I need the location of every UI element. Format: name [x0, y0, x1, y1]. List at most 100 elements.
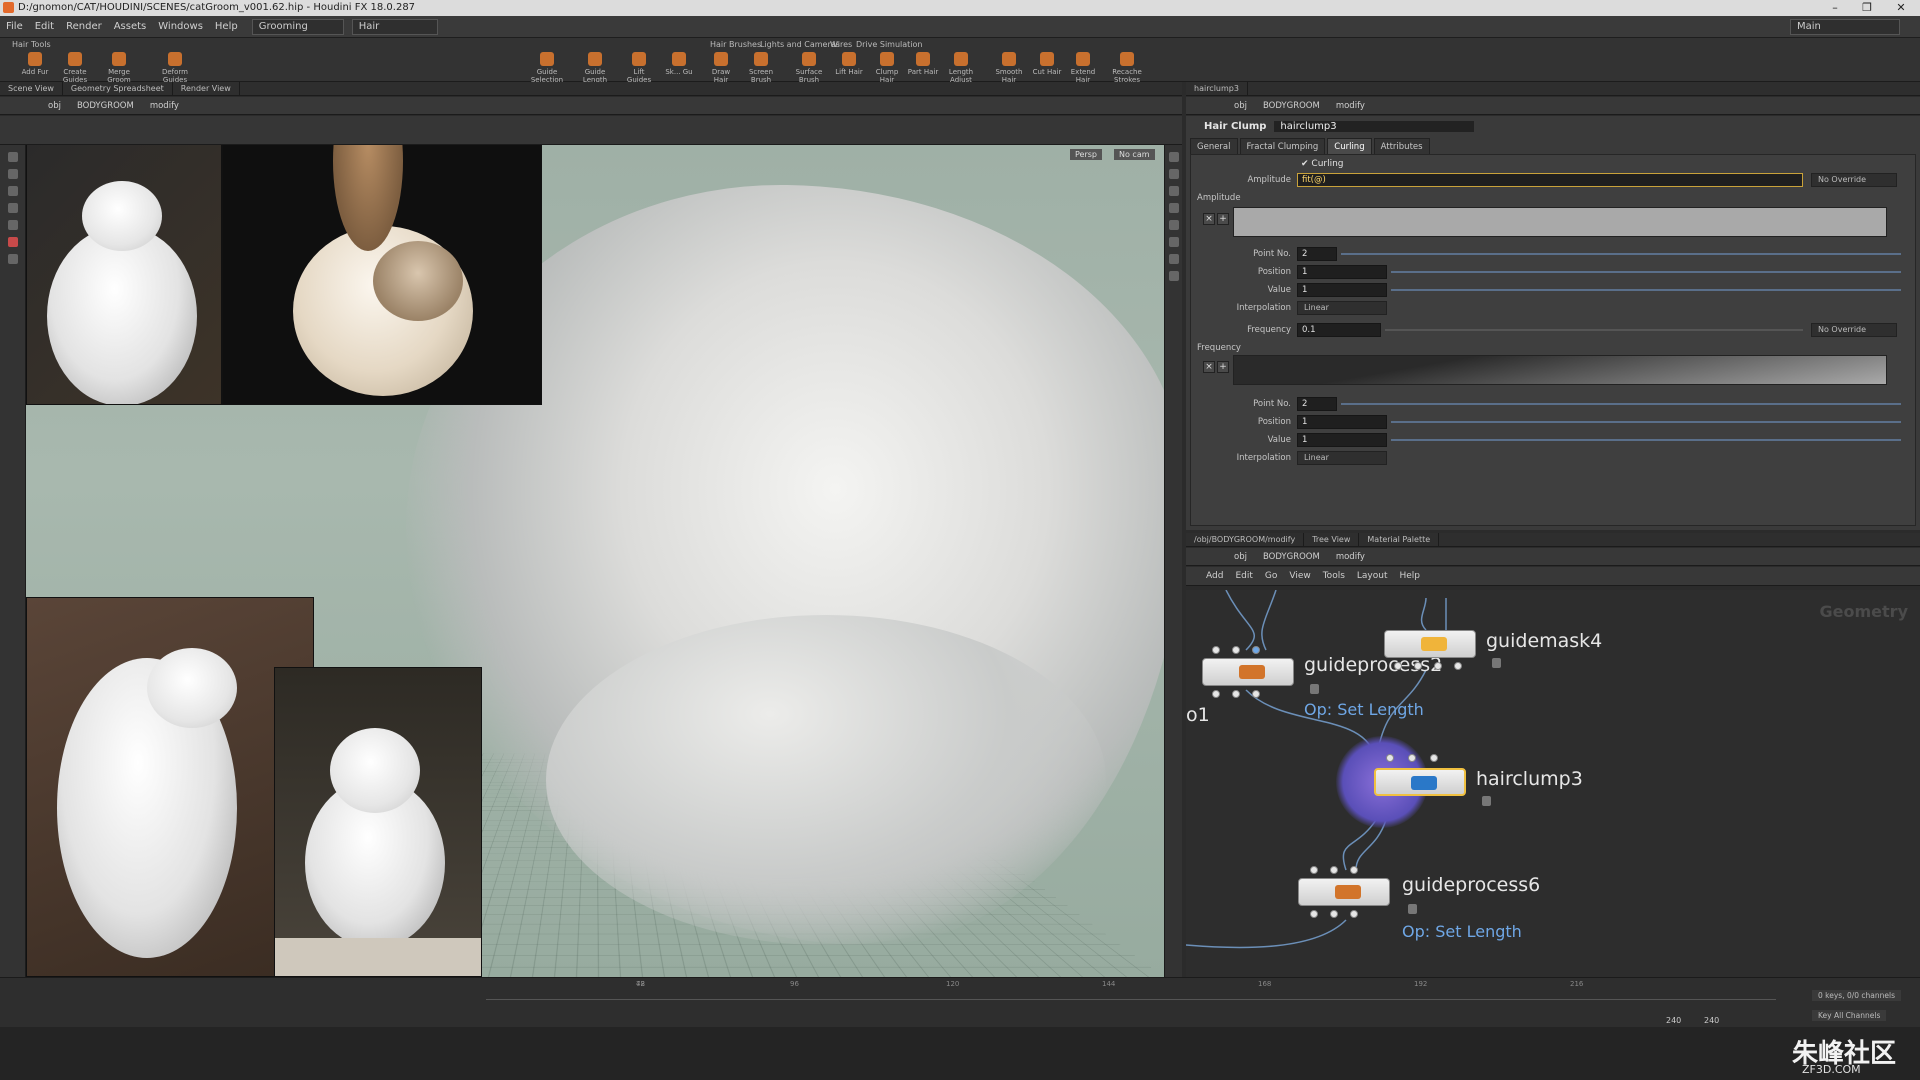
amp-point-no-slider[interactable] — [1341, 253, 1901, 255]
tool-lift-hair[interactable]: Lift Hair — [832, 52, 866, 76]
node-name-hairclump3[interactable]: hairclump3 — [1476, 768, 1583, 790]
tool-lift-guides[interactable]: Lift Guides — [622, 52, 656, 84]
snap-icon[interactable] — [1169, 271, 1179, 281]
node-hairclump3[interactable] — [1374, 768, 1466, 796]
tool-screen-brush[interactable]: Screen Brush — [744, 52, 778, 84]
menu-help[interactable]: Help — [209, 16, 244, 38]
lock-icon[interactable] — [1492, 658, 1501, 668]
network-editor[interactable]: Geometry guideprocess2 Op: Set Length o1… — [1186, 590, 1920, 977]
params-path-modify[interactable]: modify — [1328, 97, 1373, 115]
node-output-dot[interactable] — [1394, 662, 1402, 670]
node-input-dot[interactable] — [1386, 754, 1394, 762]
menu-edit[interactable]: Edit — [29, 16, 60, 38]
amplitude-override-dropdown[interactable]: No Override — [1811, 173, 1897, 187]
tab-geometry-spreadsheet[interactable]: Geometry Spreadsheet — [63, 82, 173, 96]
camera-nocam-menu[interactable]: No cam — [1114, 149, 1155, 160]
amplitude-ramp-widget[interactable] — [1233, 207, 1887, 237]
wireframe-icon[interactable] — [1169, 203, 1179, 213]
main-dropdown[interactable]: Main — [1790, 19, 1900, 35]
tool-guide-length[interactable]: Guide Length — [578, 52, 612, 84]
node-output-dot[interactable] — [1330, 910, 1338, 918]
tool-cut-hair[interactable]: Cut Hair — [1030, 52, 1064, 76]
node-input-dot[interactable] — [1330, 866, 1338, 874]
tab-network-path[interactable]: /obj/BODYGROOM/modify — [1186, 533, 1304, 547]
shelf-tab-hair-tools[interactable]: Hair Tools — [8, 40, 55, 49]
node-input-dot[interactable] — [1310, 866, 1318, 874]
tool-smooth-hair[interactable]: Smooth Hair — [992, 52, 1026, 84]
node-input-dot[interactable] — [1212, 646, 1220, 654]
menu-windows[interactable]: Windows — [152, 16, 209, 38]
node-output-dot[interactable] — [1232, 690, 1240, 698]
freq-interp-dropdown[interactable]: Linear — [1297, 451, 1387, 465]
frequency-field[interactable]: 0.1 — [1297, 323, 1381, 337]
network-path-bodygroom[interactable]: BODYGROOM — [1255, 548, 1328, 566]
lock-icon[interactable] — [1310, 684, 1319, 694]
magnet-tool-icon[interactable] — [8, 237, 18, 247]
tool-add-fur[interactable]: Add Fur — [18, 52, 52, 76]
select-tool-icon[interactable] — [8, 152, 18, 162]
node-input-dot[interactable] — [1408, 754, 1416, 762]
node-name-partial[interactable]: o1 — [1186, 704, 1210, 726]
amp-point-no-field[interactable]: 2 — [1297, 247, 1337, 261]
freq-point-no-slider[interactable] — [1341, 403, 1901, 405]
tool-draw-hair[interactable]: Draw Hair — [704, 52, 738, 84]
path-obj[interactable]: obj — [40, 97, 69, 115]
node-input-dot[interactable] — [1430, 754, 1438, 762]
node-output-dot[interactable] — [1310, 910, 1318, 918]
node-input-dot[interactable] — [1252, 646, 1260, 654]
tool-create-guides[interactable]: Create Guides — [58, 52, 92, 84]
tab-material-palette[interactable]: Material Palette — [1359, 533, 1439, 547]
node-input-dot[interactable] — [1232, 646, 1240, 654]
net-menu-edit[interactable]: Edit — [1229, 571, 1258, 581]
scale-tool-icon[interactable] — [8, 203, 18, 213]
tab-hairclump3[interactable]: hairclump3 — [1186, 82, 1248, 96]
path-bodygroom[interactable]: BODYGROOM — [69, 97, 142, 115]
menu-file[interactable]: File — [0, 16, 29, 38]
tool-recache-strokes[interactable]: Recache Strokes — [1110, 52, 1144, 84]
frequency-slider[interactable] — [1385, 329, 1803, 331]
lock-icon[interactable] — [1408, 904, 1417, 914]
frequency-override-dropdown[interactable]: No Override — [1811, 323, 1897, 337]
node-name-field[interactable]: hairclump3 — [1274, 121, 1474, 132]
network-path-obj[interactable]: obj — [1226, 548, 1255, 566]
freq-point-no-field[interactable]: 2 — [1297, 397, 1337, 411]
key-all-channels-button[interactable]: Key All Channels — [1812, 1010, 1886, 1021]
node-output-dot[interactable] — [1454, 662, 1462, 670]
end-frame-field-2[interactable]: 240 — [1704, 1016, 1719, 1025]
curling-checkbox-label[interactable]: ✔ Curling — [1301, 159, 1344, 169]
tool-clump-hair[interactable]: Clump Hair — [870, 52, 904, 84]
camera-persp-menu[interactable]: Persp — [1070, 149, 1102, 160]
tool-part-hair[interactable]: Part Hair — [906, 52, 940, 76]
shaded-icon[interactable] — [1169, 220, 1179, 230]
freq-position-slider[interactable] — [1391, 421, 1901, 423]
tool-length-adjust[interactable]: Length Adjust — [944, 52, 978, 84]
tool-deform-guides[interactable]: Deform Guides — [158, 52, 192, 84]
net-menu-tools[interactable]: Tools — [1317, 571, 1351, 581]
timeline[interactable]: 48 72 96 120 144 168 192 216 240 240 0 k… — [0, 977, 1920, 1027]
lock-icon[interactable] — [1482, 796, 1491, 806]
node-output-dot[interactable] — [1350, 910, 1358, 918]
tab-render-view[interactable]: Render View — [173, 82, 240, 96]
points-icon[interactable] — [1169, 237, 1179, 247]
params-path-bodygroom[interactable]: BODYGROOM — [1255, 97, 1328, 115]
context-dropdown[interactable]: Hair — [352, 19, 438, 35]
tab-tree-view[interactable]: Tree View — [1304, 533, 1359, 547]
node-name-guidemask4[interactable]: guidemask4 — [1486, 630, 1602, 652]
lock-camera-icon[interactable] — [1169, 186, 1179, 196]
normals-icon[interactable] — [1169, 254, 1179, 264]
freq-position-field[interactable]: 1 — [1297, 415, 1387, 429]
tool-surface-brush[interactable]: Surface Brush — [792, 52, 826, 84]
node-guideprocess6[interactable] — [1298, 878, 1390, 906]
param-tab-general[interactable]: General — [1190, 138, 1238, 155]
shelf-tab-drive-sim[interactable]: Drive Simulation — [852, 40, 926, 49]
freq-value-slider[interactable] — [1391, 439, 1901, 441]
freq-ramp-remove-point-icon[interactable]: × — [1203, 361, 1215, 373]
net-menu-add[interactable]: Add — [1200, 571, 1229, 581]
net-menu-view[interactable]: View — [1283, 571, 1316, 581]
node-guideprocess2[interactable] — [1202, 658, 1294, 686]
amplitude-expression-field[interactable]: fit(@) — [1297, 173, 1803, 187]
display-options-icon[interactable] — [1169, 152, 1179, 162]
scene-viewport[interactable]: Persp No cam — [26, 145, 1164, 977]
close-button[interactable]: ✕ — [1886, 0, 1916, 16]
amp-position-field[interactable]: 1 — [1297, 265, 1387, 279]
